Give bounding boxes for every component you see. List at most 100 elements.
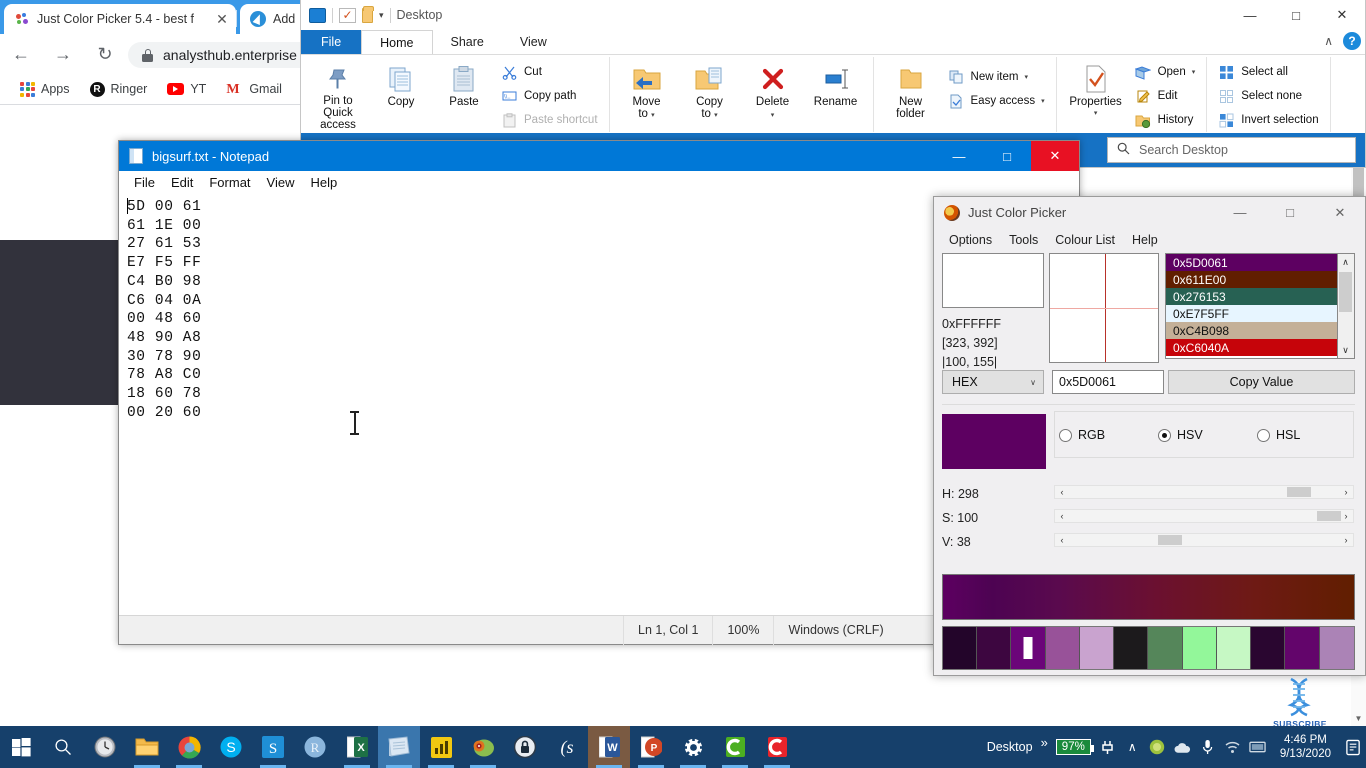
copy-to-caret[interactable]: ▾ bbox=[714, 112, 718, 119]
new-item-caret[interactable]: ▾ bbox=[1024, 73, 1028, 81]
color-swatch[interactable] bbox=[1319, 627, 1354, 669]
rename-button[interactable]: Rename bbox=[806, 57, 866, 131]
reload-button[interactable]: ↻ bbox=[84, 34, 126, 74]
keepass-icon[interactable] bbox=[504, 726, 546, 768]
menu-edit[interactable]: Edit bbox=[164, 173, 200, 192]
back-button[interactable]: ← bbox=[0, 34, 42, 74]
notepad-maximize-button[interactable]: □ bbox=[983, 141, 1031, 171]
onedrive-icon[interactable] bbox=[1149, 739, 1166, 756]
bookmark-yt[interactable]: YT bbox=[159, 79, 214, 99]
color-swatch[interactable] bbox=[1114, 627, 1149, 669]
slider-s[interactable]: ‹ › bbox=[1054, 509, 1354, 523]
color-swatch[interactable] bbox=[1216, 627, 1252, 669]
jcp-menu-options[interactable]: Options bbox=[942, 231, 999, 249]
color-swatch[interactable] bbox=[1148, 627, 1183, 669]
collapse-ribbon-icon[interactable]: ∧ bbox=[1324, 34, 1333, 48]
color-swatch[interactable] bbox=[1079, 627, 1115, 669]
properties-button[interactable]: Properties ▾ bbox=[1064, 57, 1128, 131]
color-gradient-bar[interactable] bbox=[942, 574, 1355, 620]
explorer-maximize-button[interactable]: □ bbox=[1273, 0, 1319, 30]
browser-tab-1[interactable]: Just Color Picker 5.4 - best f ✕ bbox=[4, 4, 236, 34]
explorer-minimize-button[interactable]: — bbox=[1227, 0, 1273, 30]
excel-icon[interactable]: X bbox=[336, 726, 378, 768]
forward-button[interactable]: → bbox=[42, 34, 84, 74]
chevron-up-icon[interactable]: ∧ bbox=[1124, 739, 1141, 756]
slider-h[interactable]: ‹ › bbox=[1054, 485, 1354, 499]
properties-caret[interactable]: ▾ bbox=[1094, 108, 1098, 120]
select-all-button[interactable]: Select all bbox=[1214, 61, 1322, 83]
slider-s-left-arrow[interactable]: ‹ bbox=[1055, 510, 1069, 522]
color-swatch[interactable] bbox=[1285, 627, 1320, 669]
color-swatch[interactable] bbox=[1045, 627, 1080, 669]
snagit-icon[interactable]: S bbox=[252, 726, 294, 768]
notepad-close-button[interactable]: ✕ bbox=[1031, 141, 1079, 171]
power-bi-icon[interactable] bbox=[420, 726, 462, 768]
slider-v[interactable]: ‹ › bbox=[1054, 533, 1354, 547]
taskbar-search-icon[interactable] bbox=[42, 726, 84, 768]
dropdown-icon[interactable]: ▾ bbox=[379, 10, 384, 21]
r-studio-icon[interactable]: R bbox=[294, 726, 336, 768]
new-folder-button[interactable]: New folder bbox=[881, 57, 941, 131]
power-plug-icon[interactable] bbox=[1099, 739, 1116, 756]
settings-icon[interactable] bbox=[672, 726, 714, 768]
clock-icon[interactable] bbox=[84, 726, 126, 768]
menu-view[interactable]: View bbox=[260, 173, 302, 192]
tab-file[interactable]: File bbox=[301, 30, 362, 54]
radio-hsl[interactable]: HSL bbox=[1257, 428, 1300, 442]
colour-list-scroll-thumb[interactable] bbox=[1339, 272, 1352, 312]
colour-list-scroll-up[interactable]: ∧ bbox=[1338, 254, 1353, 270]
slider-v-right-arrow[interactable]: › bbox=[1339, 534, 1353, 546]
colour-list[interactable]: 0x5D0061 0x611E00 0x276153 0xE7F5FF 0xC4B098… bbox=[1165, 253, 1338, 359]
jcp-menu-colour-list[interactable]: Colour List bbox=[1048, 231, 1122, 249]
wifi-icon[interactable] bbox=[1224, 739, 1241, 756]
new-folder-icon[interactable] bbox=[362, 5, 374, 23]
format-select[interactable]: HEX ∨ bbox=[942, 370, 1044, 394]
camtasia-red-icon[interactable] bbox=[756, 726, 798, 768]
easy-access-caret[interactable]: ▾ bbox=[1041, 97, 1045, 105]
invert-selection-button[interactable]: Invert selection bbox=[1214, 109, 1322, 131]
word-icon[interactable]: W bbox=[588, 726, 630, 768]
paste-button[interactable]: Paste bbox=[434, 57, 494, 131]
copy-value-button[interactable]: Copy Value bbox=[1168, 370, 1355, 394]
menu-file[interactable]: File bbox=[127, 173, 162, 192]
color-value-input[interactable]: 0x5D0061 bbox=[1052, 370, 1164, 394]
colour-list-row[interactable]: 0xE7F5FF bbox=[1166, 305, 1337, 322]
cloud-icon[interactable] bbox=[1174, 739, 1191, 756]
pin-to-quick-access-button[interactable]: Pin to Quick access bbox=[308, 57, 368, 131]
new-item-button[interactable]: New item ▾ bbox=[944, 66, 1049, 88]
slider-h-thumb[interactable] bbox=[1287, 487, 1311, 497]
color-swatch-row[interactable] bbox=[942, 626, 1355, 670]
properties-check-icon[interactable]: ✓ bbox=[339, 7, 356, 23]
edit-button[interactable]: Edit bbox=[1131, 85, 1200, 107]
menu-help[interactable]: Help bbox=[303, 173, 344, 192]
colour-list-scroll-down[interactable]: ∨ bbox=[1338, 342, 1353, 358]
explorer-close-button[interactable]: ✕ bbox=[1319, 0, 1365, 30]
copy-to-button[interactable]: Copy to ▾ bbox=[680, 57, 740, 131]
microphone-icon[interactable] bbox=[1199, 739, 1216, 756]
open-button[interactable]: Open ▾ bbox=[1131, 61, 1200, 83]
move-to-button[interactable]: Move to ▾ bbox=[617, 57, 677, 131]
browser-tab-1-close[interactable]: ✕ bbox=[214, 11, 230, 28]
slider-v-thumb[interactable] bbox=[1158, 535, 1182, 545]
bookmark-ringer[interactable]: R Ringer bbox=[82, 79, 156, 100]
display-icon[interactable] bbox=[1249, 739, 1266, 756]
delete-button[interactable]: Delete ▾ bbox=[743, 57, 803, 131]
color-swatch[interactable] bbox=[1011, 627, 1046, 669]
slider-h-right-arrow[interactable]: › bbox=[1339, 486, 1353, 498]
cut-button[interactable]: Cut bbox=[497, 61, 602, 83]
tray-overflow-icon[interactable]: » bbox=[1041, 735, 1048, 750]
jcp-close-button[interactable]: ✕ bbox=[1315, 197, 1365, 228]
tab-view[interactable]: View bbox=[502, 30, 565, 54]
select-none-button[interactable]: Select none bbox=[1214, 85, 1322, 107]
slider-v-left-arrow[interactable]: ‹ bbox=[1055, 534, 1069, 546]
search-input[interactable]: Search Desktop bbox=[1107, 137, 1356, 163]
tray-desktop-label[interactable]: Desktop bbox=[987, 740, 1033, 754]
help-icon[interactable]: ? bbox=[1343, 32, 1361, 50]
explorer-icon[interactable] bbox=[309, 7, 326, 23]
colour-list-row[interactable]: 0x5D0061 bbox=[1166, 254, 1337, 271]
radio-rgb[interactable]: RGB bbox=[1059, 428, 1105, 442]
camtasia-green-icon[interactable] bbox=[714, 726, 756, 768]
colour-list-row[interactable]: 0xC6040A bbox=[1166, 339, 1337, 356]
history-button[interactable]: History bbox=[1131, 109, 1200, 131]
color-swatch[interactable] bbox=[943, 627, 978, 669]
